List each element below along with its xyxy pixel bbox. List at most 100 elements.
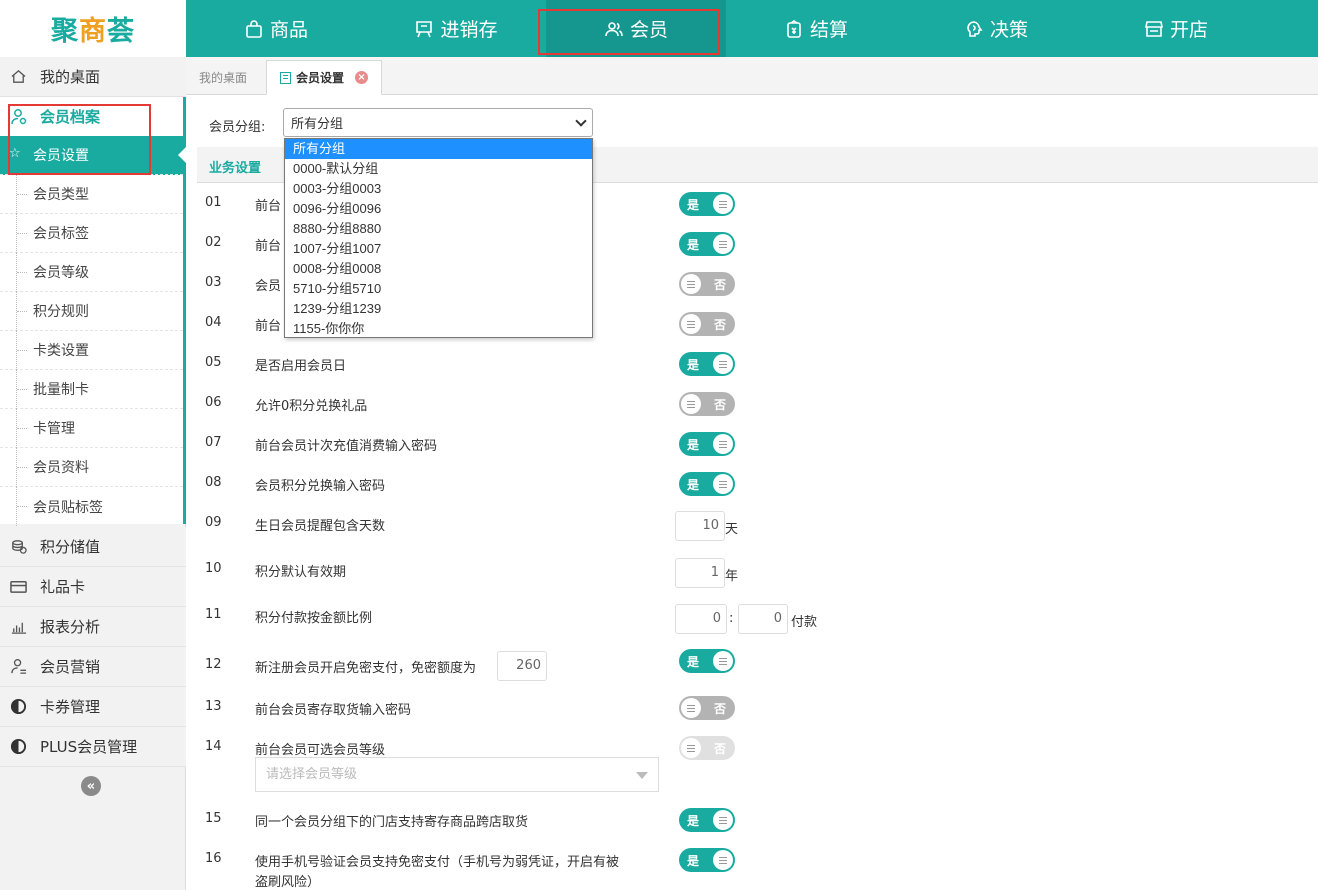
sidebar-item-member-sticker[interactable]: 会员贴标签 xyxy=(0,487,183,526)
active-pointer-icon xyxy=(178,147,186,163)
sidebar-item-plus-member[interactable]: PLUS会员管理 xyxy=(0,727,186,767)
setting-label: 前台 xyxy=(255,199,282,214)
nav-settlement[interactable]: 结算 xyxy=(726,0,906,57)
sidebar-item-member-archive[interactable]: 会员档案 xyxy=(0,97,183,136)
tab-desktop[interactable]: 我的桌面 xyxy=(186,60,260,95)
sidebar-item-member-profile[interactable]: 会员资料 xyxy=(0,448,183,487)
toggle-switch[interactable]: 是 xyxy=(679,232,735,256)
dropdown-option[interactable]: 所有分组 xyxy=(285,139,592,159)
setting-label: 盗刷风险） xyxy=(255,875,321,890)
toggle-switch[interactable]: 否 xyxy=(679,696,735,720)
nav-decision[interactable]: 决策 xyxy=(906,0,1086,57)
sidebar-item-coupon[interactable]: 卡券管理 xyxy=(0,687,186,727)
sidebar-item-label: 会员等级 xyxy=(33,265,89,281)
tab-member-settings[interactable]: 会员设置 × xyxy=(266,60,383,95)
sidebar-item-member-tag[interactable]: 会员标签 xyxy=(0,214,183,253)
users-icon xyxy=(605,21,623,36)
sidebar-item-label: 会员设置 xyxy=(33,148,89,164)
dropdown-option[interactable]: 1155-你你你 xyxy=(285,319,592,339)
dropdown-option[interactable]: 1007-分组1007 xyxy=(285,239,592,259)
card-icon xyxy=(9,578,27,596)
points-validity-input[interactable]: 1 xyxy=(675,558,725,588)
toggle-switch[interactable]: 否 xyxy=(679,392,735,416)
sidebar-item-report[interactable]: 报表分析 xyxy=(0,607,186,647)
user-icon xyxy=(10,108,28,126)
points-ratio-input-a[interactable]: 0 xyxy=(675,604,727,634)
toggle-text: 否 xyxy=(713,701,726,716)
sidebar-item-card-manage[interactable]: 卡管理 xyxy=(0,409,183,448)
free-password-amount-input[interactable]: 260 xyxy=(497,651,547,681)
setting-label: 前台 xyxy=(255,239,282,254)
toggle-switch[interactable]: 是 xyxy=(679,808,735,832)
member-group-select[interactable]: 所有分组 xyxy=(283,108,593,137)
setting-label: 同一个会员分组下的门店支持寄存商品跨店取货 xyxy=(255,815,529,830)
sidebar-item-member-type[interactable]: 会员类型 xyxy=(0,175,183,214)
member-level-select[interactable]: 请选择会员等级 xyxy=(255,757,659,792)
points-ratio-input-b[interactable]: 0 xyxy=(738,604,788,634)
toggle-switch[interactable]: 是 xyxy=(679,352,735,376)
ratio-separator: : xyxy=(729,611,734,626)
toggle-knob-icon xyxy=(681,698,701,718)
sidebar-item-member-settings[interactable]: ☆ 会员设置 xyxy=(0,136,186,175)
toggle-switch[interactable]: 是 xyxy=(679,192,735,216)
setting-number: 16 xyxy=(205,851,222,866)
sidebar-item-label: 卡类设置 xyxy=(33,343,89,359)
toggle-switch-disabled[interactable]: 否 xyxy=(679,736,735,760)
dropdown-option[interactable]: 0003-分组0003 xyxy=(285,179,592,199)
nav-goods[interactable]: 商品 xyxy=(186,0,366,57)
collapse-sidebar-button[interactable]: « xyxy=(81,776,101,796)
coins-icon xyxy=(9,538,27,556)
sidebar-item-desktop[interactable]: 我的桌面 xyxy=(0,57,186,97)
sidebar-item-card-type[interactable]: 卡类设置 xyxy=(0,331,183,370)
dropdown-option[interactable]: 8880-分组8880 xyxy=(285,219,592,239)
toggle-knob-icon xyxy=(713,234,733,254)
board-icon xyxy=(416,20,433,37)
tab-bar: 我的桌面 会员设置 × xyxy=(186,57,1318,95)
toggle-knob-icon xyxy=(713,474,733,494)
sidebar-item-label: 积分规则 xyxy=(33,304,89,320)
nav-open-store[interactable]: 开店 xyxy=(1086,0,1266,57)
toggle-switch[interactable]: 是 xyxy=(679,649,735,673)
toggle-knob-icon xyxy=(681,274,701,294)
sidebar-item-marketing[interactable]: 会员营销 xyxy=(0,647,186,687)
toggle-text: 否 xyxy=(713,317,726,332)
toggle-knob-icon xyxy=(713,810,733,830)
app-logo[interactable]: 聚商荟 xyxy=(0,0,186,57)
setting-label: 前台 xyxy=(255,319,282,334)
setting-number: 08 xyxy=(205,475,222,490)
setting-number: 01 xyxy=(205,195,222,210)
toggle-text: 是 xyxy=(687,357,700,372)
toggle-text: 是 xyxy=(687,197,700,212)
dropdown-option[interactable]: 0096-分组0096 xyxy=(285,199,592,219)
nav-member[interactable]: 会员 xyxy=(546,0,726,57)
half-circle-icon xyxy=(9,738,27,756)
toggle-switch[interactable]: 否 xyxy=(679,272,735,296)
dropdown-option[interactable]: 0008-分组0008 xyxy=(285,259,592,279)
toggle-switch[interactable]: 是 xyxy=(679,848,735,872)
toggle-switch[interactable]: 是 xyxy=(679,472,735,496)
toggle-knob-icon xyxy=(713,651,733,671)
setting-number: 07 xyxy=(205,435,222,450)
toggle-knob-icon xyxy=(681,394,701,414)
setting-label: 允许0积分兑换礼品 xyxy=(255,399,368,414)
sidebar: 我的桌面 会员档案 ☆ 会员设置 会员类型 会员标签 会员等级 积分规则 卡类设… xyxy=(0,57,186,890)
toggle-switch[interactable]: 否 xyxy=(679,312,735,336)
setting-label: 前台会员寄存取货输入密码 xyxy=(255,703,412,718)
sidebar-item-points-stored[interactable]: 积分储值 xyxy=(0,527,186,567)
sidebar-item-member-level[interactable]: 会员等级 xyxy=(0,253,183,292)
nav-inventory[interactable]: 进销存 xyxy=(366,0,546,57)
dropdown-option[interactable]: 5710-分组5710 xyxy=(285,279,592,299)
dropdown-option[interactable]: 1239-分组1239 xyxy=(285,299,592,319)
document-icon xyxy=(280,71,291,84)
nav-goods-label: 商品 xyxy=(269,19,308,41)
sidebar-item-gift-card[interactable]: 礼品卡 xyxy=(0,567,186,607)
setting-number: 13 xyxy=(205,699,222,714)
close-tab-icon[interactable]: × xyxy=(355,71,369,84)
setting-label: 生日会员提醒包含天数 xyxy=(255,519,386,534)
logo-text-1: 聚 xyxy=(51,16,79,47)
sidebar-item-points-rule[interactable]: 积分规则 xyxy=(0,292,183,331)
dropdown-option[interactable]: 0000-默认分组 xyxy=(285,159,592,179)
sidebar-item-batch-card[interactable]: 批量制卡 xyxy=(0,370,183,409)
toggle-switch[interactable]: 是 xyxy=(679,432,735,456)
birthday-days-input[interactable]: 10 xyxy=(675,511,725,541)
